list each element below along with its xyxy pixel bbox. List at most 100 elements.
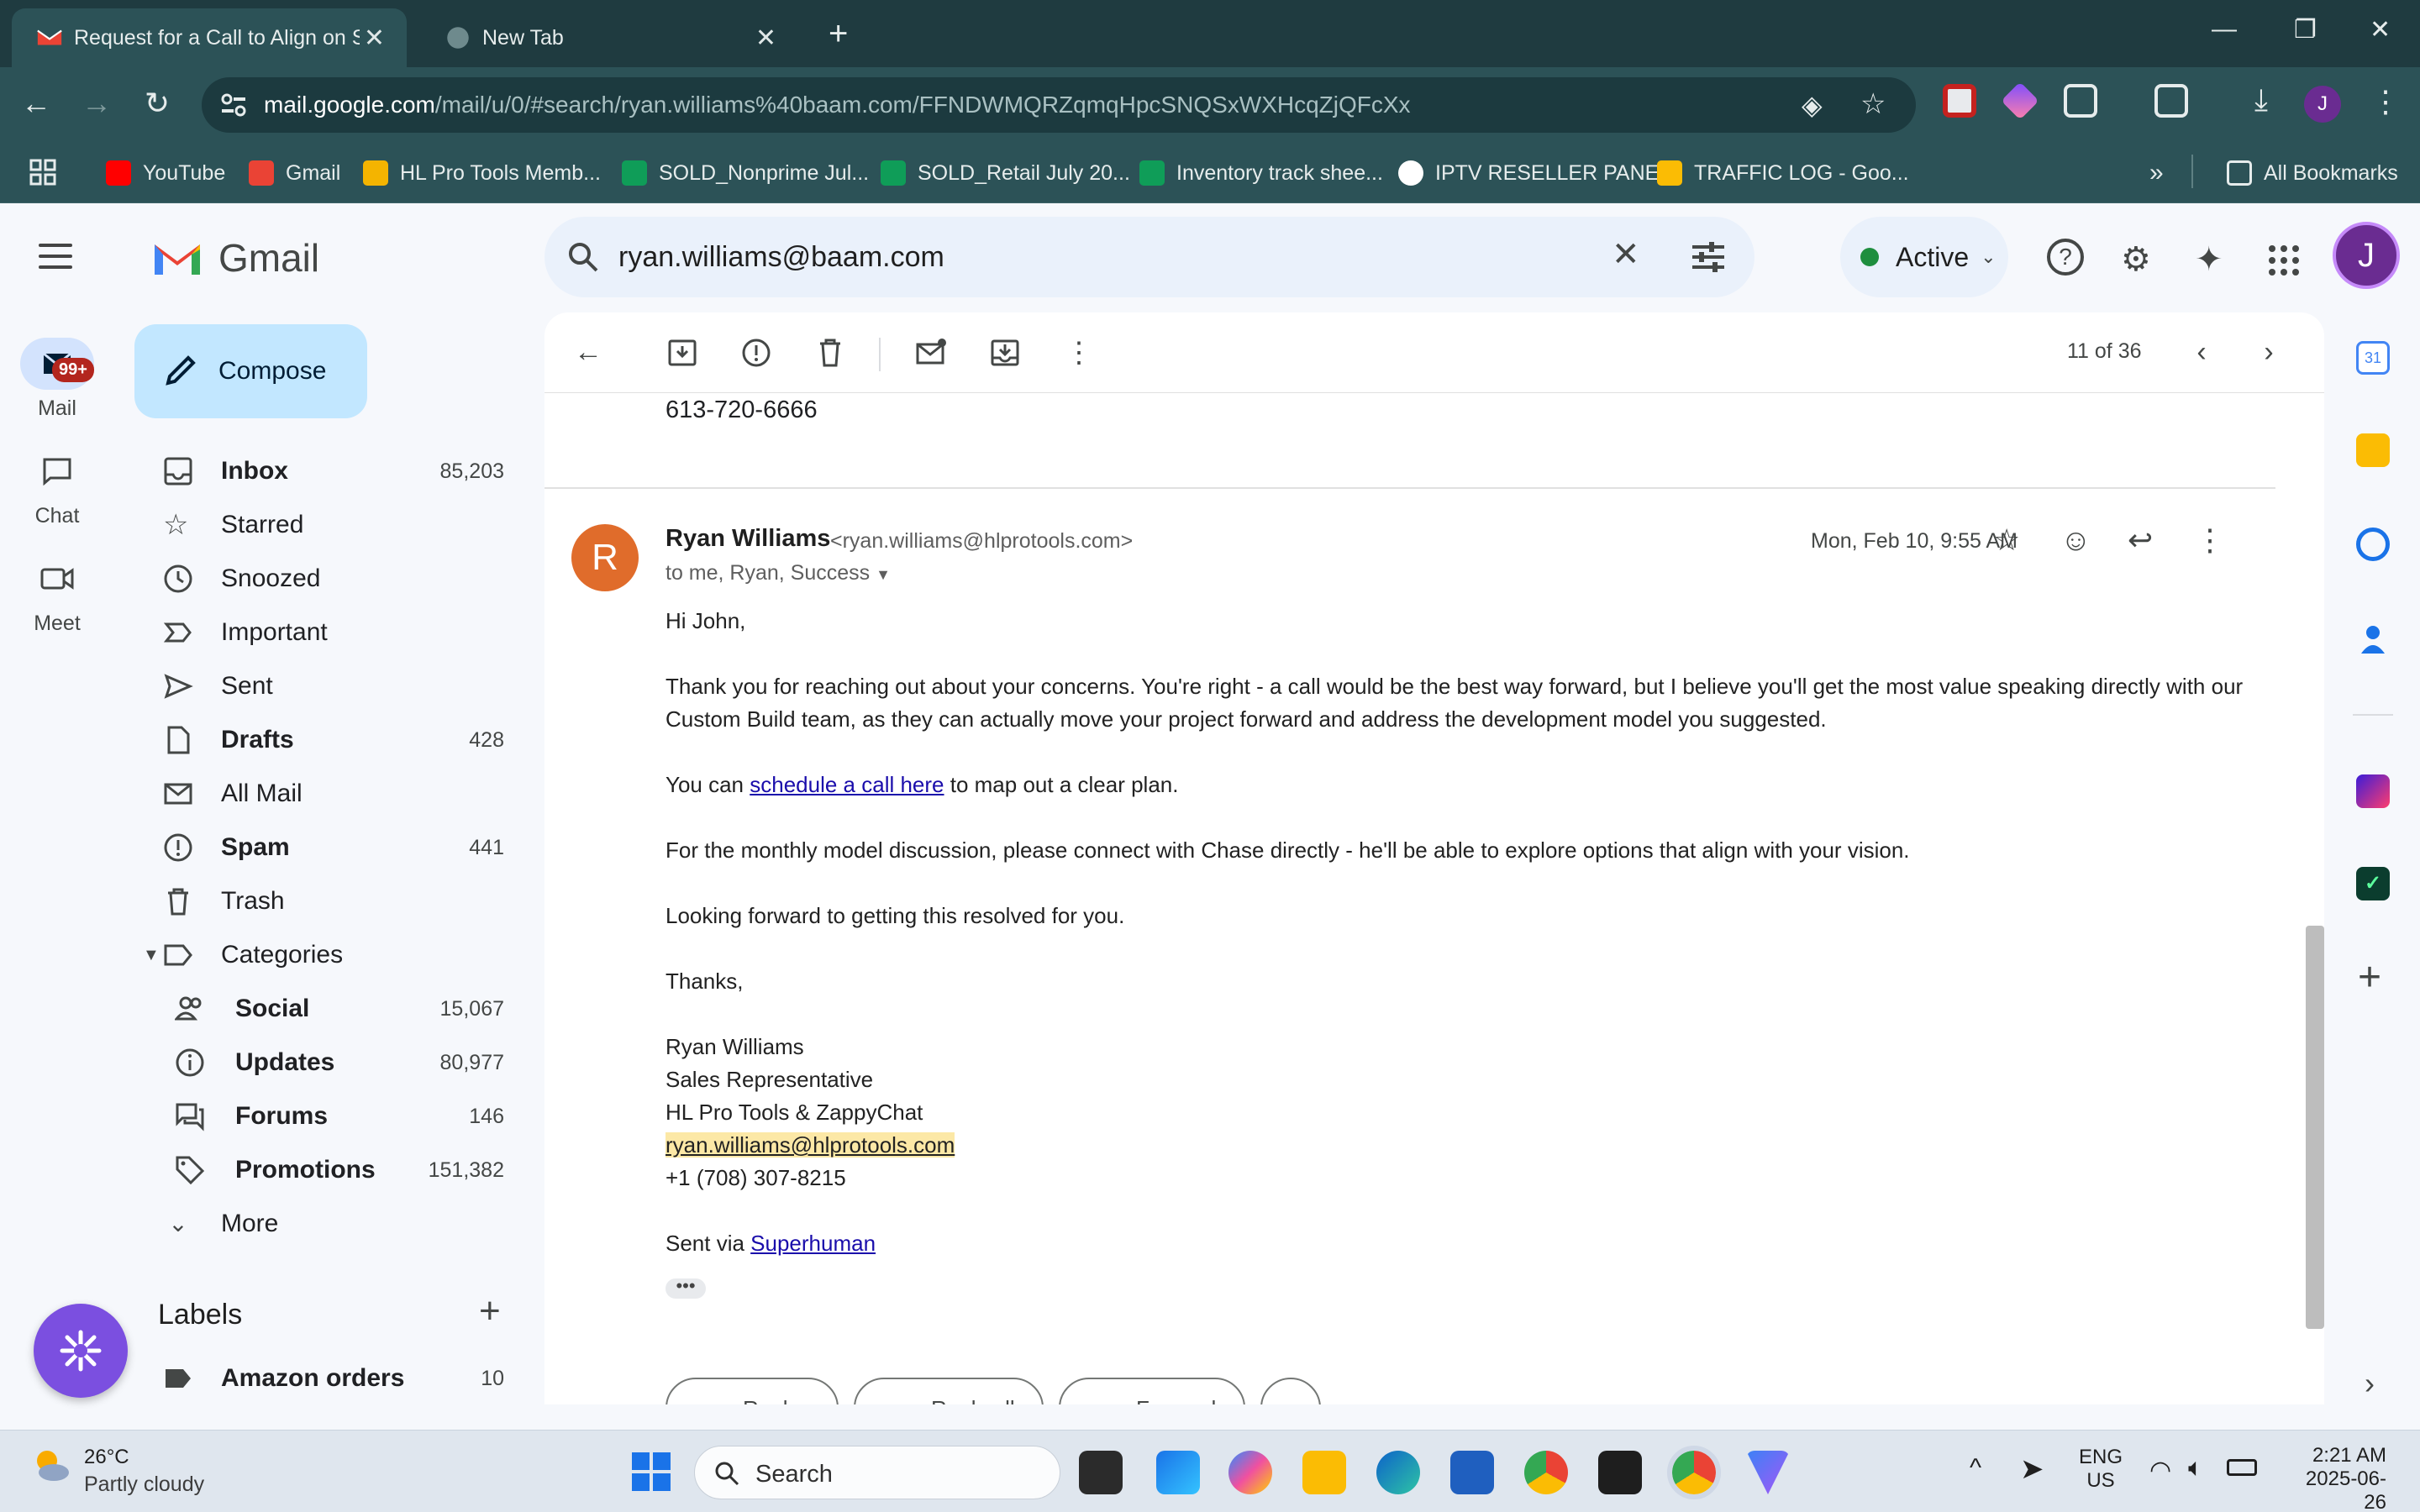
google-apps-icon[interactable] [2267,244,2301,277]
nav-sent[interactable]: Sent [134,659,521,713]
signature-email-link[interactable]: ryan.williams@hlprotools.com [666,1132,955,1158]
bookmark-traffic-log[interactable]: TRAFFIC LOG - Goo... [1657,158,1909,188]
browser-menu-icon[interactable]: ⋮ [2366,84,2405,119]
nav-category-social[interactable]: Social 15,067 [134,982,521,1036]
status-active-button[interactable]: Active ⌄ [1840,217,2008,297]
vpn-triangle-icon[interactable] [1746,1451,1790,1494]
gmail-logo[interactable]: Gmail [151,235,319,281]
superhuman-link[interactable]: Superhuman [750,1231,876,1256]
gemini-sparkle-icon[interactable]: ✦ [2195,240,2223,279]
extension-gem-icon[interactable] [2001,81,2039,120]
speaker-volume-icon[interactable]: 🔈︎ [2188,1454,2203,1483]
bookmark-sold-retail[interactable]: SOLD_Retail July 20... [881,158,1130,188]
addon-check-icon[interactable]: ✓ [2356,867,2390,900]
bookmark-youtube[interactable]: YouTube [106,158,225,188]
nav-category-updates[interactable]: Updates 80,977 [134,1036,521,1089]
rail-mail[interactable]: 99+ Mail [0,338,114,421]
back-arrow-icon[interactable]: ← [17,86,55,121]
nav-trash[interactable]: Trash [134,874,521,928]
microsoft-store-icon[interactable] [1450,1451,1494,1494]
apps-grid-icon[interactable] [29,158,57,186]
more-options-icon[interactable]: ⋮ [1062,336,1096,370]
nav-category-forums[interactable]: Forums 146 [134,1089,521,1143]
taskbar-search-box[interactable]: Search [694,1446,1060,1499]
nav-inbox[interactable]: Inbox 85,203 [134,444,521,498]
weather-temperature[interactable]: 26°C [84,1446,129,1469]
close-tab-icon[interactable]: ✕ [755,24,776,53]
caret-down-icon[interactable]: ▼ [876,566,891,583]
tasks-check-icon[interactable] [2356,528,2390,561]
reply-arrow-icon[interactable]: ↩ [2128,522,2153,558]
extension-shield-icon[interactable] [1943,84,1976,118]
nav-starred[interactable]: ☆ Starred [134,498,521,552]
all-bookmarks[interactable]: All Bookmarks [2227,158,2398,188]
older-chevron-right-icon[interactable]: › [2252,336,2286,370]
tab-gmail-thread[interactable]: Request for a Call to Align on S ✕ [12,8,407,67]
bookmark-iptv[interactable]: IPTV RESELLER PANEL [1398,158,1670,188]
addon-app-icon[interactable] [2356,774,2390,808]
bookmark-sold-nonprime[interactable]: SOLD_Nonprime Jul... [622,158,869,188]
chrome-profile-s-icon[interactable] [1524,1451,1568,1494]
settings-gear-icon[interactable]: ⚙ [2121,240,2151,279]
tab-search-icon[interactable] [2154,84,2188,118]
restore-icon[interactable]: ❐ [2294,15,2317,45]
caret-down-icon[interactable]: ▼ [143,946,160,965]
copilot-icon[interactable] [1228,1451,1272,1494]
extensions-puzzle-icon[interactable] [2064,84,2097,118]
chrome-profile-j-icon[interactable] [1667,1446,1721,1499]
schedule-call-link[interactable]: schedule a call here [750,772,944,797]
rail-chat[interactable]: Chat [0,445,114,528]
add-reaction-emoji-icon[interactable]: ☺ [2060,522,2091,558]
nav-category-promotions[interactable]: Promotions 151,382 [134,1143,521,1197]
show-hidden-icons-chevron-icon[interactable]: ^ [1970,1454,1981,1483]
star-message-icon[interactable]: ☆ [1993,522,2020,558]
site-info-icon[interactable] [220,92,247,118]
back-to-list-arrow-icon[interactable]: ← [571,336,605,370]
sender-name[interactable]: Ryan Williams [666,525,830,553]
clock-area[interactable]: 2:21 AM 2025-06-26 [2294,1444,2386,1512]
search-options-icon[interactable] [1691,240,1726,274]
mark-unread-icon[interactable] [914,336,948,370]
address-bar[interactable]: mail.google.com/mail/u/0/#search/ryan.wi… [202,77,1916,133]
clear-search-icon[interactable]: ✕ [1612,235,1640,274]
ms-store-pre-icon[interactable] [1156,1451,1200,1494]
add-label-plus-icon[interactable]: + [479,1290,501,1332]
label-amazon-orders[interactable]: Amazon orders 10 [134,1352,521,1405]
install-app-icon[interactable]: ◈ [1802,89,1823,121]
nav-categories[interactable]: ▼ Categories [134,928,521,982]
compose-button[interactable]: Compose [134,324,367,418]
mail-search-bar[interactable]: ryan.williams@baam.com ✕ [544,217,1754,297]
wifi-icon[interactable]: ◠ [2149,1456,2171,1485]
battery-icon[interactable] [2227,1459,2257,1476]
download-icon[interactable]: ⤓ [2242,82,2281,118]
rail-meet[interactable]: Meet [0,553,114,636]
bookmark-gmail[interactable]: Gmail [249,158,340,188]
terminal-icon[interactable] [1598,1451,1642,1494]
input-language[interactable]: ENG US [2079,1446,2123,1493]
tab-new-tab[interactable]: New Tab ✕ [420,8,798,67]
forward-button[interactable]: Forward [1059,1378,1245,1404]
bookmark-hl-pro-tools[interactable]: HL Pro Tools Memb... [363,158,601,188]
windows-start-icon[interactable] [632,1452,671,1491]
bookmark-star-icon[interactable]: ☆ [1860,87,1886,121]
profile-avatar[interactable]: J [2304,86,2341,123]
message-more-icon[interactable]: ⋮ [2195,522,2225,558]
new-tab-plus-icon[interactable]: + [829,15,848,53]
nav-important[interactable]: Important [134,606,521,659]
reload-icon[interactable]: ↻ [138,86,176,121]
move-to-inbox-icon[interactable] [988,336,1022,370]
nav-snoozed[interactable]: Snoozed [134,552,521,606]
assistant-fab-button[interactable] [34,1304,128,1398]
calendar-icon[interactable]: 31 [2356,341,2390,375]
close-window-icon[interactable]: ✕ [2370,15,2391,45]
nav-all-mail[interactable]: All Mail [134,767,521,821]
scrollbar-thumb[interactable] [2306,926,2324,1329]
more-bookmarks-chevron-icon[interactable]: » [2149,158,2164,188]
report-spam-icon[interactable] [739,336,773,370]
nav-more[interactable]: ⌄ More [134,1197,521,1251]
reaction-emoji-button[interactable] [1260,1378,1321,1404]
weather-description[interactable]: Partly cloudy [84,1473,204,1497]
search-query-text[interactable]: ryan.williams@baam.com [618,241,944,274]
weather-partly-cloudy-icon[interactable] [30,1446,72,1488]
reply-button[interactable]: Reply [666,1378,839,1404]
